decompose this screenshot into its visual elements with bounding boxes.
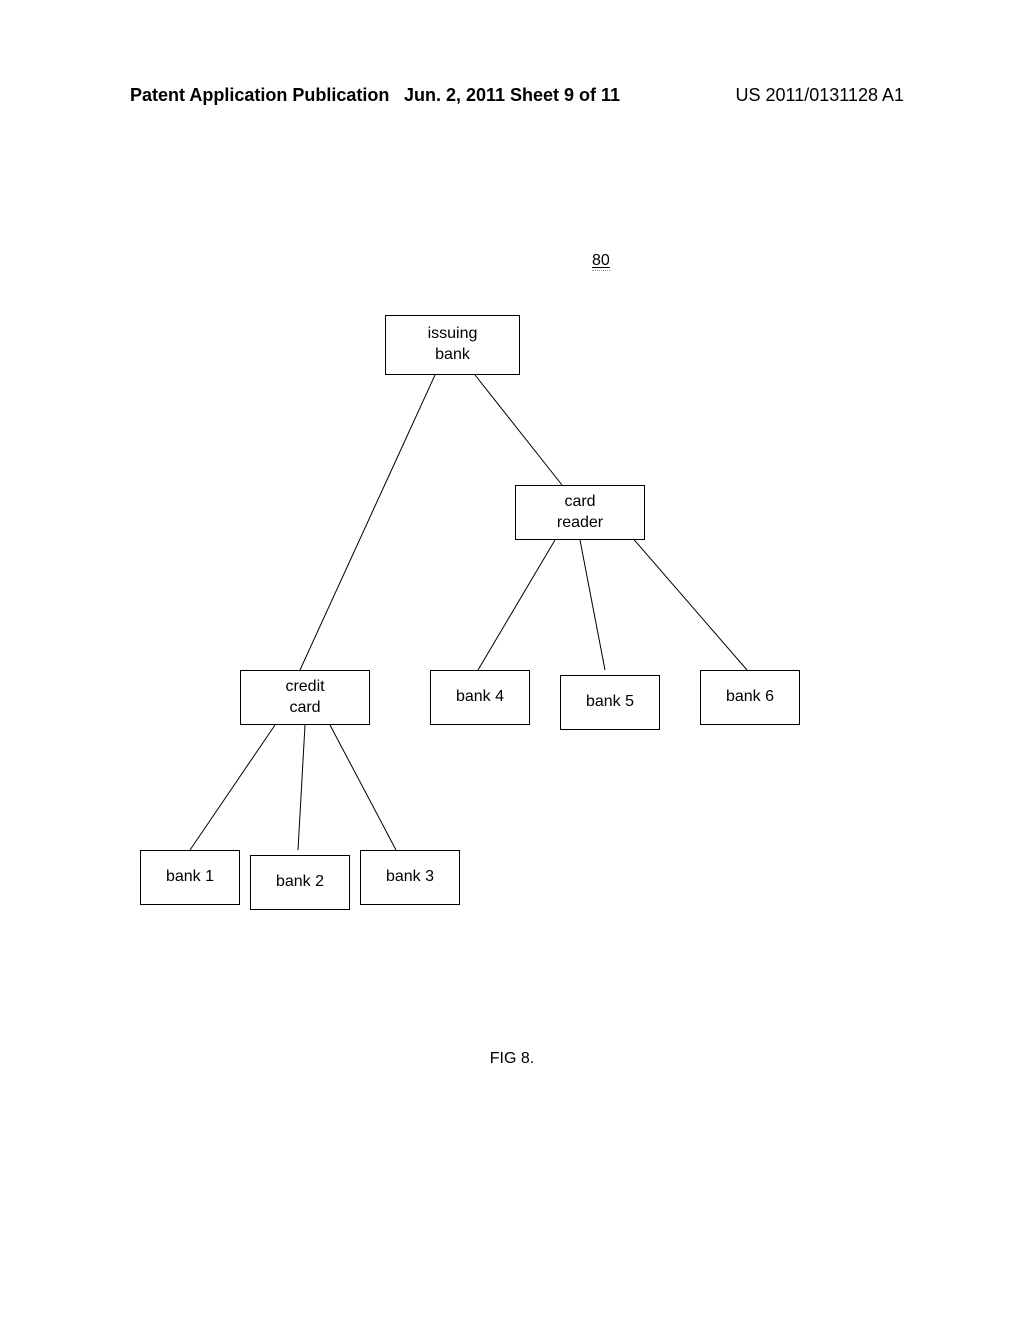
hierarchy-diagram: issuing bank card reader credit card ban… bbox=[0, 300, 1024, 1000]
header-patent-number: US 2011/0131128 A1 bbox=[736, 85, 904, 106]
diagram-reference-number: 80 bbox=[592, 252, 610, 271]
node-issuing-bank: issuing bank bbox=[385, 315, 520, 375]
node-label: bank 4 bbox=[456, 687, 504, 708]
header-date-sheet: Jun. 2, 2011 Sheet 9 of 11 bbox=[404, 85, 620, 106]
node-label: bank 3 bbox=[386, 867, 434, 888]
node-bank2: bank 2 bbox=[250, 855, 350, 910]
node-bank1: bank 1 bbox=[140, 850, 240, 905]
node-credit-card: credit card bbox=[240, 670, 370, 725]
figure-caption: FIG 8. bbox=[0, 1050, 1024, 1068]
node-label: credit card bbox=[285, 677, 324, 719]
node-label: card reader bbox=[557, 492, 603, 534]
node-card-reader: card reader bbox=[515, 485, 645, 540]
node-bank5: bank 5 bbox=[560, 675, 660, 730]
node-label: bank 1 bbox=[166, 867, 214, 888]
node-label: bank 5 bbox=[586, 692, 634, 713]
node-label: issuing bank bbox=[428, 324, 478, 366]
node-bank4: bank 4 bbox=[430, 670, 530, 725]
node-bank3: bank 3 bbox=[360, 850, 460, 905]
header-publication: Patent Application Publication bbox=[130, 85, 389, 106]
node-label: bank 6 bbox=[726, 687, 774, 708]
node-bank6: bank 6 bbox=[700, 670, 800, 725]
node-label: bank 2 bbox=[276, 872, 324, 893]
page-header: Patent Application Publication Jun. 2, 2… bbox=[0, 85, 1024, 106]
